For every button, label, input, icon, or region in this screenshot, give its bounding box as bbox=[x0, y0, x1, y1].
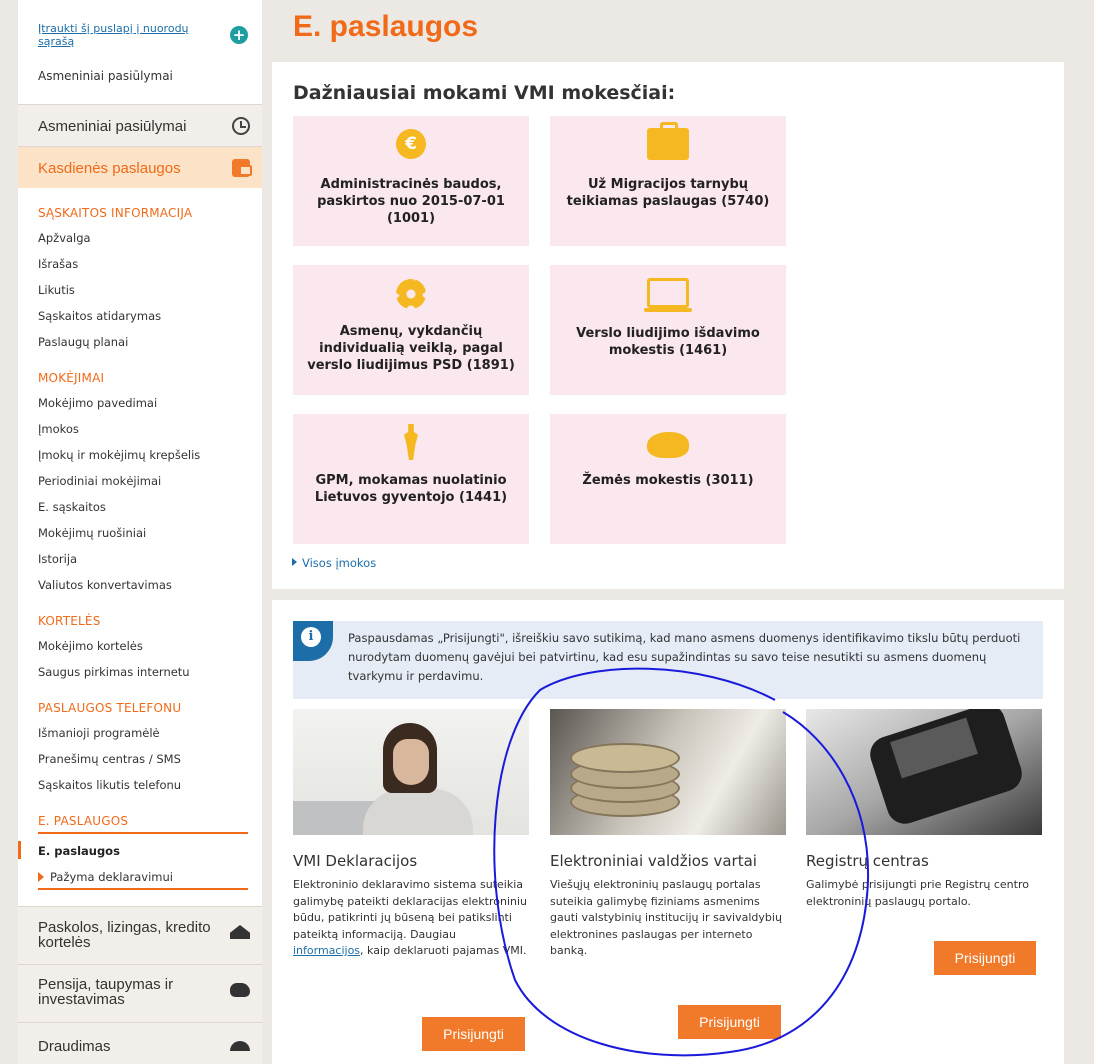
briefcase-icon bbox=[647, 122, 689, 160]
service-title: Elektroniniai valdžios vartai bbox=[550, 852, 757, 870]
group-title-account-info: SĄSKAITOS INFORMACIJA bbox=[38, 206, 193, 220]
gear-icon bbox=[396, 279, 426, 309]
tax-tile-gpm[interactable]: GPM, mokamas nuolatinio Lietuvos gyvento… bbox=[293, 414, 529, 544]
login-button-epaslaugos[interactable]: Prisijungti bbox=[678, 1005, 781, 1039]
sidebar-item-notification-center[interactable]: Pranešimų centras / SMS bbox=[38, 752, 242, 766]
service-desc: Galimybė prisijungti prie Registrų centr… bbox=[806, 878, 1029, 908]
service-title: VMI Deklaracijos bbox=[293, 852, 418, 870]
add-to-links: Įtraukti šį puslapį į nuorodų sąrašą + bbox=[18, 0, 262, 66]
divider bbox=[38, 888, 248, 890]
sidebar-item-transfers[interactable]: Mokėjimo pavedimai bbox=[38, 396, 242, 410]
section-pension[interactable]: Pensija, taupymas ir investavimas bbox=[18, 964, 262, 1022]
wallet-icon bbox=[232, 159, 252, 177]
section-loans-label: Paskolos, lizingas, kredito kortelės bbox=[38, 919, 211, 951]
sidebar-item-statement[interactable]: Išrašas bbox=[38, 257, 242, 271]
consent-notice: Paspausdamas „Prisijungti", išreiškiu sa… bbox=[293, 621, 1043, 699]
service-card-epaslaugos: Elektroniniai valdžios vartai Viešųjų el… bbox=[550, 709, 786, 960]
euro-icon: € bbox=[396, 129, 426, 159]
tax-tile-individual-activity[interactable]: Asmenų, vykdančių individualią veiklą, p… bbox=[293, 265, 529, 395]
vmi-taxes-heading: Dažniausiai mokami VMI mokesčiai: bbox=[293, 82, 676, 104]
sidebar-item-balance[interactable]: Likutis bbox=[38, 283, 242, 297]
sidebar-item-e-services[interactable]: E. paslaugos bbox=[18, 841, 242, 859]
section-insurance-label: Draudimas bbox=[38, 1038, 111, 1055]
consent-text: Paspausdamas „Prisijungti", išreiškiu sa… bbox=[348, 631, 1021, 683]
sidebar-menu: SĄSKAITOS INFORMACIJA Apžvalga Išrašas L… bbox=[18, 206, 262, 890]
group-title-payments: MOKĖJIMAI bbox=[38, 371, 105, 385]
all-payments-link[interactable]: Visos įmokos bbox=[292, 556, 376, 570]
piggy-bank-icon bbox=[230, 983, 250, 997]
group-title-phone-services: PASLAUGOS TELEFONU bbox=[38, 701, 182, 715]
plus-circle-icon[interactable]: + bbox=[230, 26, 248, 44]
sidebar-item-service-plans[interactable]: Paslaugų planai bbox=[38, 335, 242, 349]
sidebar-item-account-opening[interactable]: Sąskaitos atidarymas bbox=[38, 309, 242, 323]
section-personal-offers-label: Asmeniniai pasiūlymai bbox=[38, 118, 187, 135]
group-title-cards: KORTELĖS bbox=[38, 614, 101, 628]
sidebar-item-declaration-certificate[interactable]: Pažyma deklaravimui bbox=[38, 870, 242, 884]
service-card-vmi: VMI Deklaracijos Elektroninio deklaravim… bbox=[293, 709, 529, 960]
group-title-e-services: E. PASLAUGOS bbox=[38, 814, 129, 828]
sidebar-item-smart-app[interactable]: Išmanioji programėlė bbox=[38, 726, 242, 740]
e-services-panel: Paspausdamas „Prisijungti", išreiškiu sa… bbox=[272, 600, 1064, 1064]
personal-offers-text[interactable]: Asmeniniai pasiūlymai bbox=[18, 66, 262, 104]
sidebar-item-payment-templates[interactable]: Mokėjimų ruošiniai bbox=[38, 526, 242, 540]
sidebar-item-currency-exchange[interactable]: Valiutos konvertavimas bbox=[38, 578, 242, 592]
tax-tile-migration[interactable]: Už Migracijos tarnybų teikiamas paslauga… bbox=[550, 116, 786, 246]
umbrella-icon bbox=[230, 1041, 250, 1051]
login-button-registry[interactable]: Prisijungti bbox=[934, 941, 1036, 975]
sidebar-item-history[interactable]: Istorija bbox=[38, 552, 242, 566]
sidebar-item-secure-online-purchase[interactable]: Saugus pirkimas internetu bbox=[38, 665, 242, 679]
tax-tile-administrative-fines[interactable]: € Administracinės baudos, paskirtos nuo … bbox=[293, 116, 529, 246]
add-to-links-link[interactable]: Įtraukti šį puslapį į nuorodų sąrašą bbox=[38, 22, 208, 48]
section-daily-services[interactable]: Kasdienės paslaugos bbox=[18, 146, 262, 188]
sidebar-item-payment-cards[interactable]: Mokėjimo kortelės bbox=[38, 639, 242, 653]
more-info-link[interactable]: informacijos bbox=[293, 944, 360, 957]
service-desc-text: , kaip deklaruoti pajamas VMI. bbox=[360, 944, 527, 957]
section-daily-services-label: Kasdienės paslaugos bbox=[38, 160, 181, 177]
tax-tile-label: Administracinės baudos, paskirtos nuo 20… bbox=[317, 177, 505, 226]
piggy-bank-icon bbox=[647, 432, 689, 458]
section-insurance[interactable]: Draudimas bbox=[18, 1022, 262, 1064]
person-icon bbox=[404, 424, 418, 460]
login-button-vmi[interactable]: Prisijungti bbox=[422, 1017, 525, 1051]
tax-tile-label: Už Migracijos tarnybų teikiamas paslauga… bbox=[566, 177, 770, 209]
divider bbox=[38, 832, 248, 834]
service-image-coins bbox=[550, 709, 786, 835]
tax-tile-label: Žemės mokestis (3011) bbox=[582, 473, 754, 488]
service-title: Registrų centras bbox=[806, 852, 929, 870]
house-icon bbox=[230, 925, 250, 939]
tax-tile-label: Verslo liudijimo išdavimo mokestis (1461… bbox=[576, 326, 760, 358]
sidebar-item-balance-by-phone[interactable]: Sąskaitos likutis telefonu bbox=[38, 778, 242, 792]
page-title: E. paslaugos bbox=[293, 10, 479, 43]
sidebar: Įtraukti šį puslapį į nuorodų sąrašą + A… bbox=[18, 0, 262, 1064]
tax-tile-land-tax[interactable]: Žemės mokestis (3011) bbox=[550, 414, 786, 544]
clock-icon bbox=[232, 117, 250, 135]
tax-tile-label: Asmenų, vykdančių individualią veiklą, p… bbox=[307, 324, 515, 373]
sidebar-item-e-invoices[interactable]: E. sąskaitos bbox=[38, 500, 242, 514]
vmi-taxes-panel: Dažniausiai mokami VMI mokesčiai: € Admi… bbox=[272, 62, 1064, 589]
sidebar-item-payment-basket[interactable]: Įmokų ir mokėjimų krepšelis bbox=[38, 448, 242, 462]
laptop-icon bbox=[644, 278, 692, 312]
section-personal-offers[interactable]: Asmeniniai pasiūlymai bbox=[18, 104, 262, 146]
service-desc-text: Elektroninio deklaravimo sistema suteiki… bbox=[293, 878, 528, 941]
sidebar-item-payments[interactable]: Įmokos bbox=[38, 422, 242, 436]
info-icon bbox=[293, 621, 333, 661]
sidebar-item-periodic-payments[interactable]: Periodiniai mokėjimai bbox=[38, 474, 242, 488]
tax-tile-business-license[interactable]: Verslo liudijimo išdavimo mokestis (1461… bbox=[550, 265, 786, 395]
service-card-registry: Registrų centras Galimybė prisijungti pr… bbox=[806, 709, 1042, 910]
section-loans[interactable]: Paskolos, lizingas, kredito kortelės bbox=[18, 906, 262, 964]
section-pension-label: Pensija, taupymas ir investavimas bbox=[38, 976, 174, 1008]
service-desc: Viešųjų elektroninių paslaugų portalas s… bbox=[550, 878, 782, 957]
service-image-phone bbox=[806, 709, 1042, 835]
service-desc: Elektroninio deklaravimo sistema suteiki… bbox=[293, 877, 529, 960]
sidebar-item-overview[interactable]: Apžvalga bbox=[38, 231, 242, 245]
tax-tile-label: GPM, mokamas nuolatinio Lietuvos gyvento… bbox=[314, 473, 508, 505]
service-image-vmi bbox=[293, 709, 529, 835]
